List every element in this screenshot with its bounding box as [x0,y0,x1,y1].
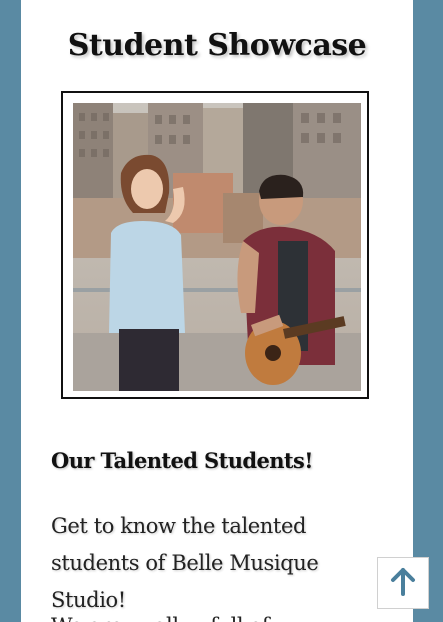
next-paragraph: We are ... all ... full of [51,608,411,622]
photo-frame [61,91,369,399]
arrow-up-icon [388,566,418,601]
back-to-top-button[interactable] [377,557,429,609]
intro-paragraph: Get to know the talented students of Bel… [51,514,319,612]
showcase-photo [73,103,361,391]
content-page: Student Showcase Our Talented Students! … [21,0,413,622]
section-subheading: Our Talented Students! [51,448,313,473]
page-title: Student Showcase [67,28,367,63]
